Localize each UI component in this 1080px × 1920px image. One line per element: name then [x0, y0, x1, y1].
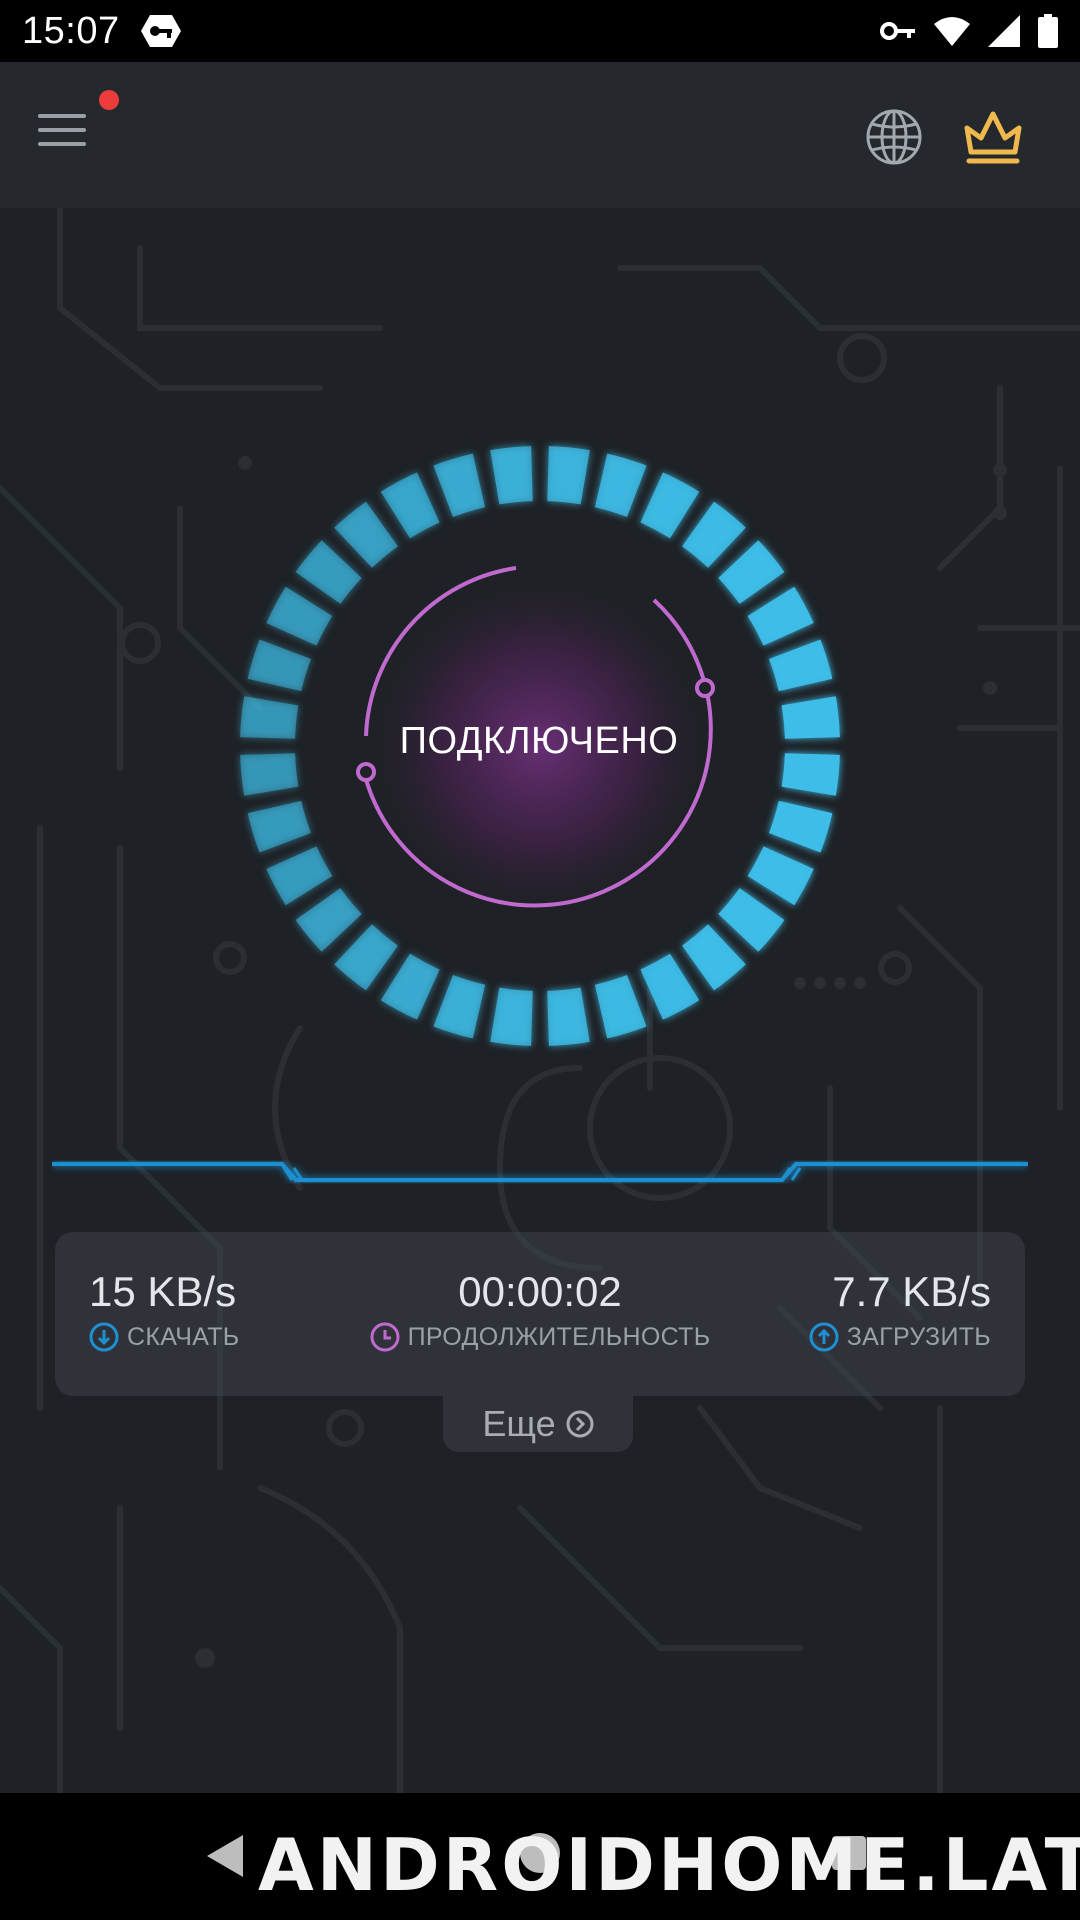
ring-segment — [769, 800, 833, 853]
upload-label: ЗАГРУЗИТЬ — [846, 1322, 991, 1351]
vpn-key-icon — [880, 22, 915, 40]
more-button[interactable]: Еще — [443, 1396, 633, 1452]
system-nav-bar: ANDROIDHOME.LAT — [0, 1793, 1080, 1920]
ring-segment — [490, 446, 533, 505]
arc-knob-left — [356, 762, 376, 782]
cellular-signal-icon — [988, 15, 1020, 47]
ring-segment — [781, 696, 840, 739]
ring-segment — [640, 953, 700, 1020]
crown-icon — [964, 111, 1022, 164]
upload-arrow-icon — [809, 1322, 839, 1352]
ring-segment — [295, 540, 362, 604]
ring-segment — [594, 975, 647, 1039]
upload-speed-value: 7.7 KB/s — [832, 1268, 991, 1315]
chevron-circle-right-icon — [566, 1410, 594, 1438]
ring-segment — [547, 446, 590, 505]
ring-segment — [380, 953, 440, 1020]
ring-segment — [240, 753, 299, 796]
premium-button[interactable] — [961, 108, 1025, 166]
ring-segment — [781, 753, 840, 796]
ring-segment — [718, 888, 785, 952]
status-bar: 15:07 — [0, 0, 1080, 62]
ring-segment — [547, 987, 590, 1046]
ring-segment — [334, 501, 398, 568]
ring-segment — [240, 696, 299, 739]
ring-segment — [247, 800, 311, 853]
menu-icon — [38, 114, 98, 146]
back-icon[interactable] — [205, 1833, 245, 1879]
stats-card: 15 KB/s СКАЧАТЬ 00:00:02 ПРОДОЛЖИТЕЛЬНОС… — [55, 1232, 1025, 1396]
watermark-text: ANDROIDHOME.LAT — [258, 1823, 1080, 1907]
ring-segment — [682, 924, 746, 991]
status-time: 15:07 — [22, 9, 120, 52]
app-bar — [0, 62, 1080, 208]
ring-segment — [594, 453, 647, 517]
menu-button[interactable] — [38, 114, 98, 160]
neon-divider — [52, 1162, 1028, 1182]
vpn-app-icon — [140, 15, 181, 47]
ring-segment — [747, 846, 814, 906]
connection-status-label: ПОДКЛЮЧЕНО — [399, 720, 679, 762]
notification-dot — [99, 90, 119, 110]
wifi-icon — [934, 17, 970, 46]
ring-segment — [747, 586, 814, 646]
upload-stat: 7.7 KB/s ЗАГРУЗИТЬ — [809, 1268, 991, 1352]
ring-segment — [247, 639, 311, 692]
ring-segment — [490, 987, 533, 1046]
globe-icon — [866, 109, 922, 165]
duration-label: ПРОДОЛЖИТЕЛЬНОСТЬ — [407, 1322, 711, 1351]
ring-segment — [295, 888, 362, 952]
battery-icon — [1038, 14, 1058, 48]
clock-icon — [370, 1322, 400, 1352]
server-location-button[interactable] — [864, 107, 924, 167]
ring-segment — [682, 501, 746, 568]
ring-segment — [718, 540, 785, 604]
ring-segment — [433, 975, 486, 1039]
ring-segment — [769, 639, 833, 692]
ring-segment — [266, 586, 333, 646]
more-label: Еще — [482, 1403, 556, 1444]
arc-knob-right — [695, 678, 715, 698]
ring-segment — [433, 453, 486, 517]
ring-segment — [334, 924, 398, 991]
ring-segment — [380, 472, 440, 539]
ring-segment — [266, 846, 333, 906]
ring-segment — [640, 472, 700, 539]
